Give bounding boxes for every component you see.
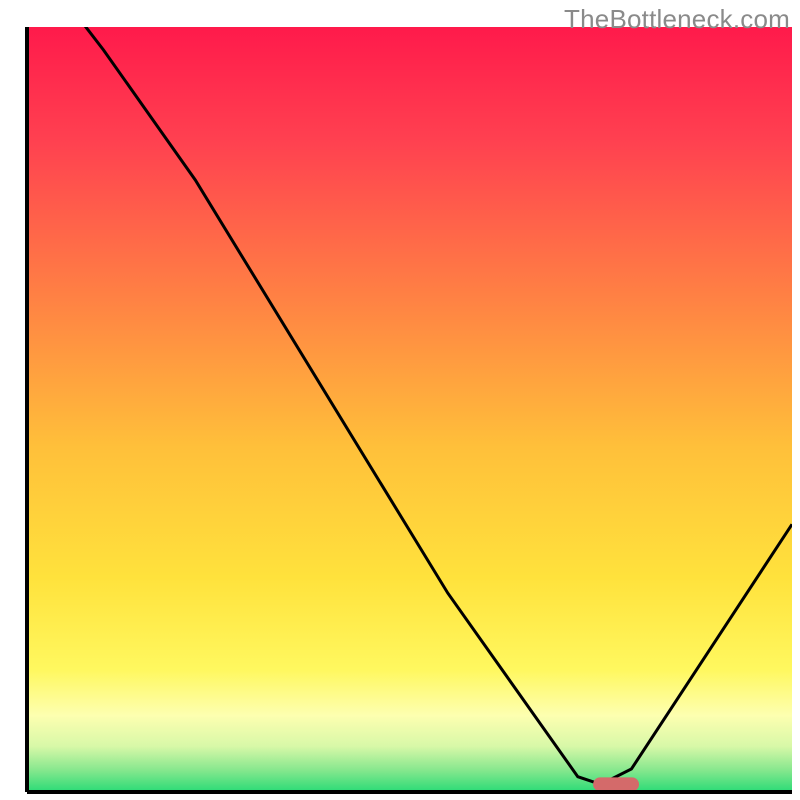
gradient-background: [27, 27, 792, 792]
chart-frame: TheBottleneck.com: [0, 0, 800, 800]
bottleneck-plot: [0, 0, 800, 800]
watermark-text: TheBottleneck.com: [564, 4, 790, 35]
optimal-marker: [593, 777, 639, 791]
